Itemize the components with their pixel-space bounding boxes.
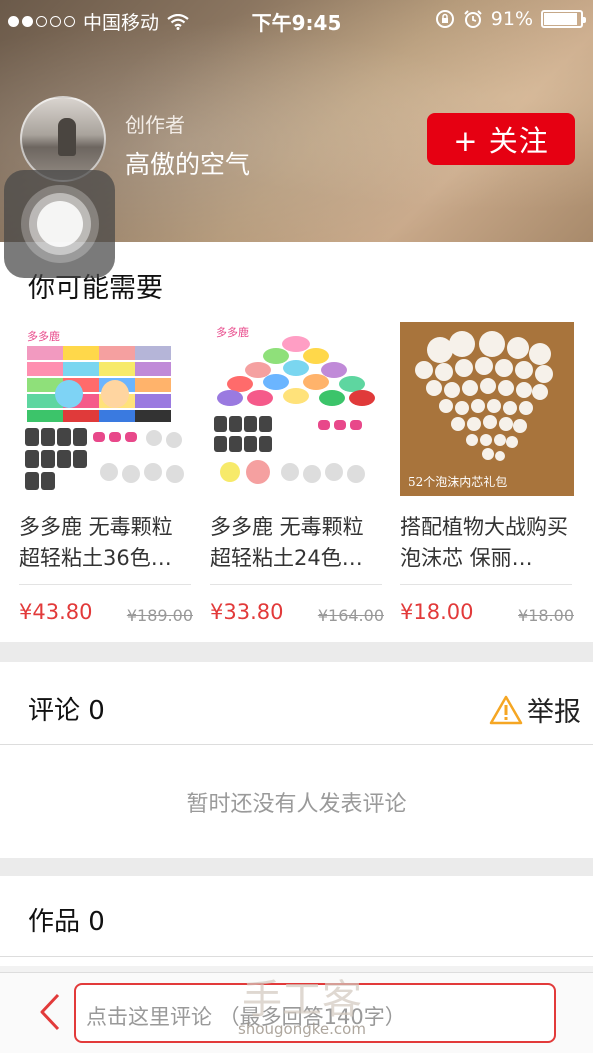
divider	[0, 744, 593, 745]
product-name[interactable]: 多多鹿 无毒颗粒超轻粘土36色…	[19, 512, 193, 574]
section-gap	[0, 858, 593, 876]
product-name[interactable]: 搭配植物大战购买泡沫芯 保丽…	[400, 512, 574, 574]
status-right: 91%	[435, 8, 586, 30]
section-gap	[0, 642, 593, 662]
divider	[19, 584, 191, 585]
battery-icon	[541, 10, 586, 28]
svg-text:多多鹿: 多多鹿	[27, 329, 60, 343]
comments-empty-text: 暂时还没有人发表评论	[186, 792, 407, 817]
product-old-price: ¥189.00	[126, 606, 193, 625]
report-button[interactable]: 举报	[489, 690, 581, 729]
alarm-icon	[464, 10, 482, 28]
product-old-price: ¥18.00	[518, 606, 574, 625]
svg-text:多多鹿: 多多鹿	[216, 325, 249, 339]
product-price: ¥43.80	[19, 600, 93, 624]
product-old-price: ¥164.00	[317, 606, 384, 625]
divider	[210, 584, 382, 585]
comments-section: 评论 0 举报 暂时还没有人发表评论	[0, 662, 593, 858]
product-card[interactable]: 52个泡沫内芯礼包 搭配植物大战购买泡沫芯 保丽… ¥18.00 ¥18.00	[400, 322, 574, 625]
product-name[interactable]: 多多鹿 无毒颗粒超轻粘土24色…	[210, 512, 384, 574]
comment-bar: 点击这里评论 （最多回答140字）	[0, 972, 593, 1053]
works-section: 作品 0	[0, 876, 593, 966]
status-bar: 中国移动 下午9:45 91%	[0, 0, 593, 40]
warning-icon	[489, 695, 523, 724]
product-image[interactable]: 52个泡沫内芯礼包	[400, 322, 574, 496]
follow-button[interactable]: + 关注	[427, 113, 575, 165]
orientation-lock-icon	[435, 10, 454, 28]
creator-label: 创作者	[125, 113, 185, 137]
comments-title: 评论 0	[28, 696, 105, 726]
product-card[interactable]: 多多鹿 多多鹿 无毒颗粒超轻粘土36色… ¥43.80 ¥189.00	[19, 322, 193, 625]
product-image[interactable]: 多多鹿	[210, 322, 384, 496]
creator-name[interactable]: 高傲的空气	[125, 145, 250, 181]
report-label: 举报	[527, 697, 581, 728]
product-price: ¥33.80	[210, 600, 284, 624]
svg-text:52个泡沫内芯礼包: 52个泡沫内芯礼包	[408, 474, 507, 489]
recommend-section: 你可能需要 多多鹿 多多鹿 无毒颗粒超轻粘土36色… ¥43.80 ¥189.0…	[0, 242, 593, 642]
product-card[interactable]: 多多鹿 多多鹿 无毒颗粒超轻粘土24色… ¥33.80 ¥164.00	[210, 322, 384, 625]
product-price: ¥18.00	[400, 600, 474, 624]
divider	[400, 584, 572, 585]
comment-input[interactable]: 点击这里评论 （最多回答140字）	[74, 983, 556, 1043]
divider	[0, 956, 593, 957]
back-icon[interactable]	[32, 991, 68, 1033]
battery-percent: 91%	[490, 8, 533, 30]
assistive-touch-button[interactable]	[4, 170, 115, 278]
works-title: 作品 0	[28, 907, 105, 937]
product-image[interactable]: 多多鹿	[19, 322, 193, 496]
